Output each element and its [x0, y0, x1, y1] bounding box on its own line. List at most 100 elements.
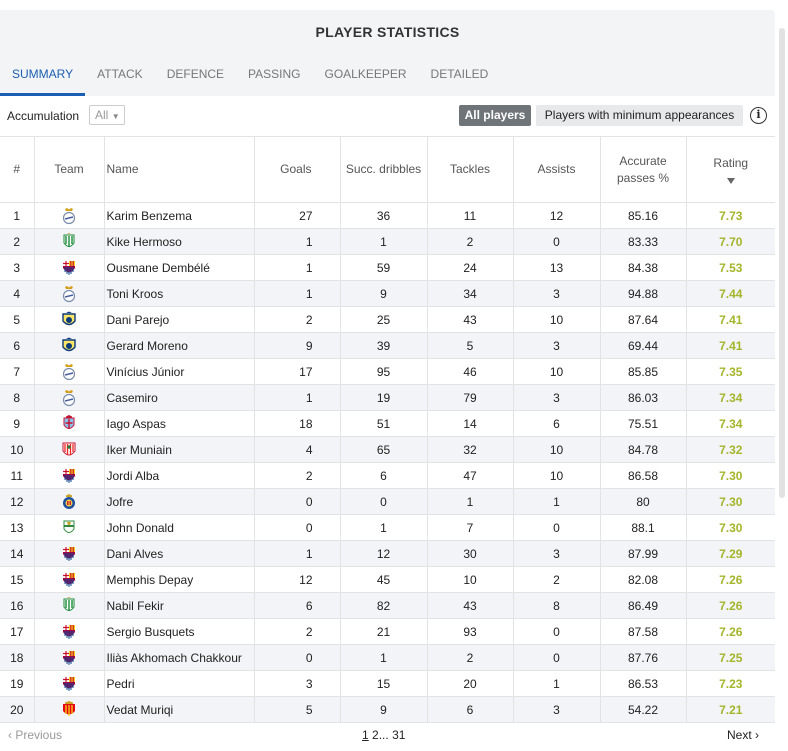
tab-attack[interactable]: ATTACK — [85, 58, 155, 96]
col-goals[interactable]: Goals — [253, 136, 340, 203]
team-badge-icon[interactable] — [61, 675, 77, 693]
player-name[interactable]: Iago Aspas — [103, 410, 254, 437]
player-name[interactable]: Memphis Depay — [103, 566, 254, 593]
player-name[interactable]: John Donald — [103, 514, 254, 541]
info-icon[interactable]: i — [750, 107, 767, 124]
table-row[interactable]: 16 Nabil Fekir 6 82 43 8 86.49 7.26 — [0, 592, 775, 619]
passes-cell: 88.1 — [599, 514, 686, 541]
all-players-button[interactable]: All players — [459, 105, 531, 126]
team-badge-icon[interactable] — [61, 259, 77, 277]
table-row[interactable]: 3 Ousmane Dembélé 1 59 24 13 84.38 7.53 — [0, 254, 775, 281]
table-row[interactable]: 9 Iago Aspas 18 51 14 6 75.51 7.34 — [0, 410, 775, 437]
player-name[interactable]: Dani Alves — [103, 540, 254, 567]
table-row[interactable]: 20 Vedat Muriqi 5 9 6 3 54.22 7.21 — [0, 696, 775, 723]
rating-cell: 7.29 — [685, 540, 775, 567]
scrollbar[interactable] — [779, 28, 785, 498]
team-badge-icon[interactable] — [61, 545, 77, 563]
col-passes[interactable]: Accurate passes % — [599, 136, 686, 203]
player-name[interactable]: Karim Benzema — [103, 202, 254, 229]
pagination: ‹ Previous 1 2... 31 Next › — [0, 726, 775, 746]
player-name[interactable]: Dani Parejo — [103, 306, 254, 333]
player-name[interactable]: Kike Hermoso — [103, 228, 254, 255]
table-row[interactable]: 7 Vinícius Júnior 17 95 46 10 85.85 7.35 — [0, 358, 775, 385]
page-link-1[interactable]: 1 — [362, 728, 369, 742]
accumulation-select[interactable]: All ▼ — [89, 105, 125, 125]
rating-cell: 7.35 — [685, 358, 775, 385]
previous-button[interactable]: ‹ Previous — [8, 728, 62, 742]
tab-defence[interactable]: DEFENCE — [155, 58, 236, 96]
table-row[interactable]: 14 Dani Alves 1 12 30 3 87.99 7.29 — [0, 540, 775, 567]
player-name[interactable]: Gerard Moreno — [103, 332, 254, 359]
table-row[interactable]: 2 Kike Hermoso 1 1 2 0 83.33 7.70 — [0, 228, 775, 255]
goals-cell: 9 — [253, 332, 340, 359]
player-name[interactable]: Jordi Alba — [103, 462, 254, 489]
page-link-last[interactable]: 31 — [392, 728, 405, 742]
page-link-2[interactable]: 2 — [372, 728, 379, 742]
player-name[interactable]: Iker Muniain — [103, 436, 254, 463]
team-badge-icon[interactable] — [61, 467, 77, 485]
tackles-cell: 5 — [426, 332, 513, 359]
team-badge-icon[interactable] — [61, 649, 77, 667]
team-cell — [33, 384, 104, 411]
team-badge-icon[interactable] — [61, 389, 77, 407]
col-rating[interactable]: Rating — [685, 136, 775, 203]
team-badge-icon[interactable] — [61, 363, 77, 381]
next-button[interactable]: Next › — [727, 728, 759, 742]
table-row[interactable]: 12 Jofre 0 0 1 1 80 7.30 — [0, 488, 775, 515]
team-badge-icon[interactable] — [61, 337, 77, 355]
team-badge-icon[interactable] — [61, 311, 77, 329]
min-appearances-button[interactable]: Players with minimum appearances — [536, 105, 743, 126]
player-name[interactable]: Vedat Muriqi — [103, 696, 254, 723]
team-badge-icon[interactable] — [61, 232, 77, 251]
tab-passing[interactable]: PASSING — [236, 58, 312, 96]
player-name[interactable]: Sergio Busquets — [103, 618, 254, 645]
team-badge-icon[interactable] — [61, 414, 77, 433]
table-row[interactable]: 5 Dani Parejo 2 25 43 10 87.64 7.41 — [0, 306, 775, 333]
player-name[interactable]: Jofre — [103, 488, 254, 515]
col-tackles[interactable]: Tackles — [426, 136, 513, 203]
tab-summary[interactable]: SUMMARY — [0, 58, 86, 96]
team-cell — [33, 696, 104, 723]
player-name[interactable]: Iliàs Akhomach Chakkour — [103, 644, 254, 671]
team-badge-icon[interactable] — [61, 207, 77, 225]
tab-goalkeeper[interactable]: GOALKEEPER — [313, 58, 419, 96]
player-name[interactable]: Ousmane Dembélé — [103, 254, 254, 281]
table-row[interactable]: 13 John Donald 0 1 7 0 88.1 7.30 — [0, 514, 775, 541]
team-badge-icon[interactable] — [61, 493, 77, 511]
tab-detailed[interactable]: DETAILED — [419, 58, 501, 96]
col-team[interactable]: Team — [33, 136, 104, 203]
col-rank[interactable]: # — [0, 136, 34, 203]
col-name[interactable]: Name — [103, 136, 254, 203]
player-name[interactable]: Nabil Fekir — [103, 592, 254, 619]
table-row[interactable]: 10 Iker Muniain 4 65 32 10 84.78 7.32 — [0, 436, 775, 463]
rating-cell: 7.34 — [685, 384, 775, 411]
table-row[interactable]: 15 Memphis Depay 12 45 10 2 82.08 7.26 — [0, 566, 775, 593]
table-row[interactable]: 19 Pedri 3 15 20 1 86.53 7.23 — [0, 670, 775, 697]
team-badge-icon[interactable] — [61, 623, 77, 641]
table-row[interactable]: 18 Iliàs Akhomach Chakkour 0 1 2 0 87.76 7.25 — [0, 644, 775, 671]
team-badge-icon[interactable] — [61, 700, 77, 719]
table-row[interactable]: 4 Toni Kroos 1 9 34 3 94.88 7.44 — [0, 280, 775, 307]
table-row[interactable]: 6 Gerard Moreno 9 39 5 3 69.44 7.41 — [0, 332, 775, 359]
table-row[interactable]: 1 Karim Benzema 27 36 11 12 85.16 7.73 — [0, 202, 775, 229]
dribbles-cell: 21 — [339, 618, 427, 645]
passes-cell: 86.49 — [599, 592, 686, 619]
col-assists[interactable]: Assists — [512, 136, 600, 203]
table-row[interactable]: 17 Sergio Busquets 2 21 93 0 87.58 7.26 — [0, 618, 775, 645]
team-badge-icon[interactable] — [61, 285, 77, 303]
team-badge-icon[interactable] — [61, 441, 77, 459]
player-name[interactable]: Pedri — [103, 670, 254, 697]
col-dribbles[interactable]: Succ. dribbles — [339, 136, 427, 203]
col-passes-label: Accurate passes % — [616, 153, 670, 185]
player-name[interactable]: Toni Kroos — [103, 280, 254, 307]
team-badge-icon[interactable] — [61, 519, 77, 537]
rank-cell: 13 — [0, 514, 34, 541]
tackles-cell: 24 — [426, 254, 513, 281]
table-row[interactable]: 8 Casemiro 1 19 79 3 86.03 7.34 — [0, 384, 775, 411]
player-name[interactable]: Vinícius Júnior — [103, 358, 254, 385]
team-badge-icon[interactable] — [61, 571, 77, 589]
team-badge-icon[interactable] — [61, 596, 77, 615]
dribbles-cell: 51 — [339, 410, 427, 437]
player-name[interactable]: Casemiro — [103, 384, 254, 411]
table-row[interactable]: 11 Jordi Alba 2 6 47 10 86.58 7.30 — [0, 462, 775, 489]
